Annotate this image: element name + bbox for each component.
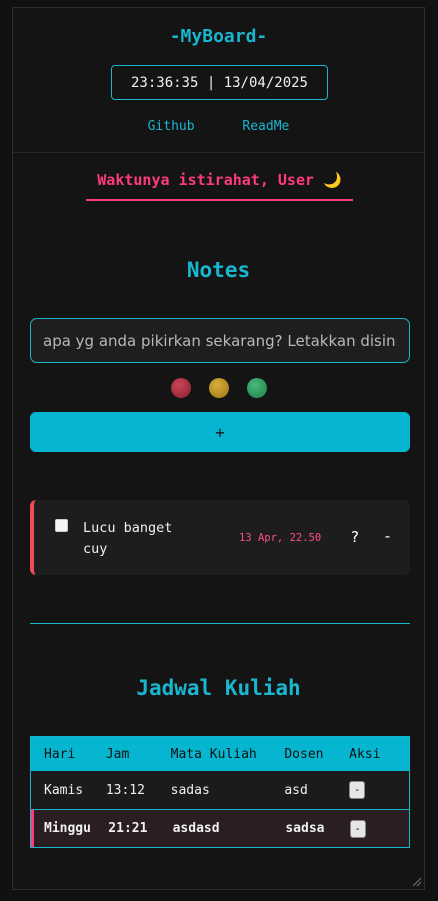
schedule-table: Hari Jam Mata Kuliah Dosen Aksi Kamis 13… (30, 736, 410, 848)
header-jam: Jam (105, 746, 130, 762)
add-note-button[interactable]: + (30, 412, 410, 452)
color-red-option[interactable] (170, 378, 191, 398)
cell-mata-kuliah: asdasd (172, 821, 220, 836)
app-title: -MyBoard- (169, 26, 268, 47)
note-card: Lucu banget cuy 13 Apr, 22.50 ? - (30, 500, 410, 575)
cell-hari: Kamis (44, 782, 84, 798)
note-date: 13 Apr, 22.50 (239, 532, 322, 544)
delete-row-button[interactable]: - (349, 819, 366, 838)
header-dosen: Dosen (284, 746, 324, 762)
cell-aksi: - (349, 819, 409, 838)
note-delete-button[interactable]: - (383, 527, 392, 545)
header-hari: Hari (44, 746, 76, 762)
header-links: Github ReadMe (13, 119, 424, 134)
cell-dosen: sadsa (285, 821, 325, 836)
note-checkbox[interactable] (55, 519, 68, 532)
note-input[interactable] (30, 318, 410, 363)
delete-row-button[interactable]: - (349, 781, 366, 799)
header-mata-kuliah: Mata Kuliah (170, 746, 257, 762)
color-picker (13, 378, 424, 398)
resize-handle-icon[interactable] (412, 877, 422, 887)
cell-hari: Minggu (44, 821, 91, 836)
notes-heading: Notes (186, 258, 251, 282)
clock-display: 23:36:35 | 13/04/2025 (111, 65, 328, 100)
table-row: Kamis 13:12 sadas asd - (31, 771, 409, 809)
cell-jam: 13:12 (105, 782, 145, 798)
github-link[interactable]: Github (148, 119, 195, 134)
cell-aksi: - (349, 781, 409, 799)
color-green-option[interactable] (246, 378, 267, 398)
cell-mata-kuliah: sadas (170, 782, 210, 798)
table-header: Hari Jam Mata Kuliah Dosen Aksi (31, 737, 409, 771)
cell-jam: 21:21 (108, 821, 148, 836)
schedule-heading: Jadwal Kuliah (136, 676, 301, 700)
section-divider (30, 623, 410, 624)
greeting-text: Waktunya istirahat, User 🌙 (86, 171, 353, 201)
note-text: Lucu banget cuy (83, 520, 173, 557)
color-yellow-option[interactable] (208, 378, 229, 398)
app-window: -MyBoard- 23:36:35 | 13/04/2025 Github R… (12, 7, 425, 890)
cell-dosen: asd (284, 782, 308, 798)
readme-link[interactable]: ReadMe (242, 119, 289, 134)
table-row: Minggu 21:21 asdasd sadsa - (31, 809, 409, 847)
header-divider (13, 152, 424, 153)
note-info-button[interactable]: ? (351, 528, 359, 546)
header-aksi: Aksi (349, 746, 381, 762)
